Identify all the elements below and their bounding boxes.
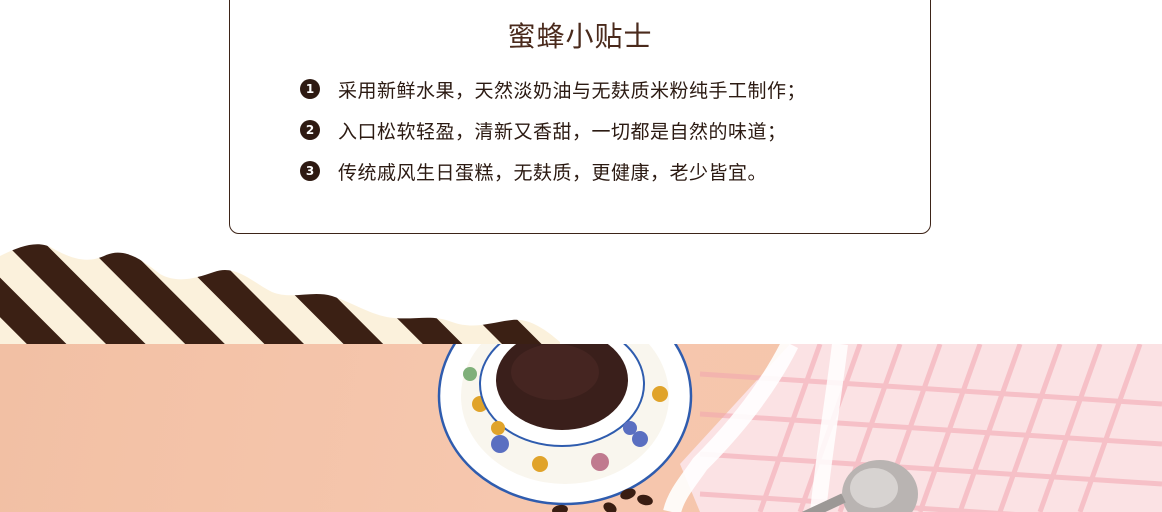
coffee-photo (0, 344, 1162, 512)
number-badge-icon: 3 (300, 161, 320, 181)
tip-item-1: 1 采用新鲜水果，天然淡奶油与无麸质米粉纯手工制作； (300, 77, 807, 102)
tip-text: 采用新鲜水果，天然淡奶油与无麸质米粉纯手工制作； (338, 79, 807, 102)
number-badge-icon: 1 (300, 79, 320, 99)
tips-card: 蜜蜂小贴士 1 采用新鲜水果，天然淡奶油与无麸质米粉纯手工制作； 2 入口松软轻… (229, 0, 931, 234)
tip-item-3: 3 传统戚风生日蛋糕，无麸质，更健康，老少皆宜。 (300, 159, 768, 184)
tip-text: 传统戚风生日蛋糕，无麸质，更健康，老少皆宜。 (338, 161, 768, 184)
tip-text: 入口松软轻盈，清新又香甜，一切都是自然的味道； (338, 120, 787, 143)
tip-item-2: 2 入口松软轻盈，清新又香甜，一切都是自然的味道； (300, 118, 787, 143)
decorative-stripe-band (0, 244, 560, 346)
number-badge-icon: 2 (300, 120, 320, 140)
tips-title: 蜜蜂小贴士 (507, 20, 653, 53)
